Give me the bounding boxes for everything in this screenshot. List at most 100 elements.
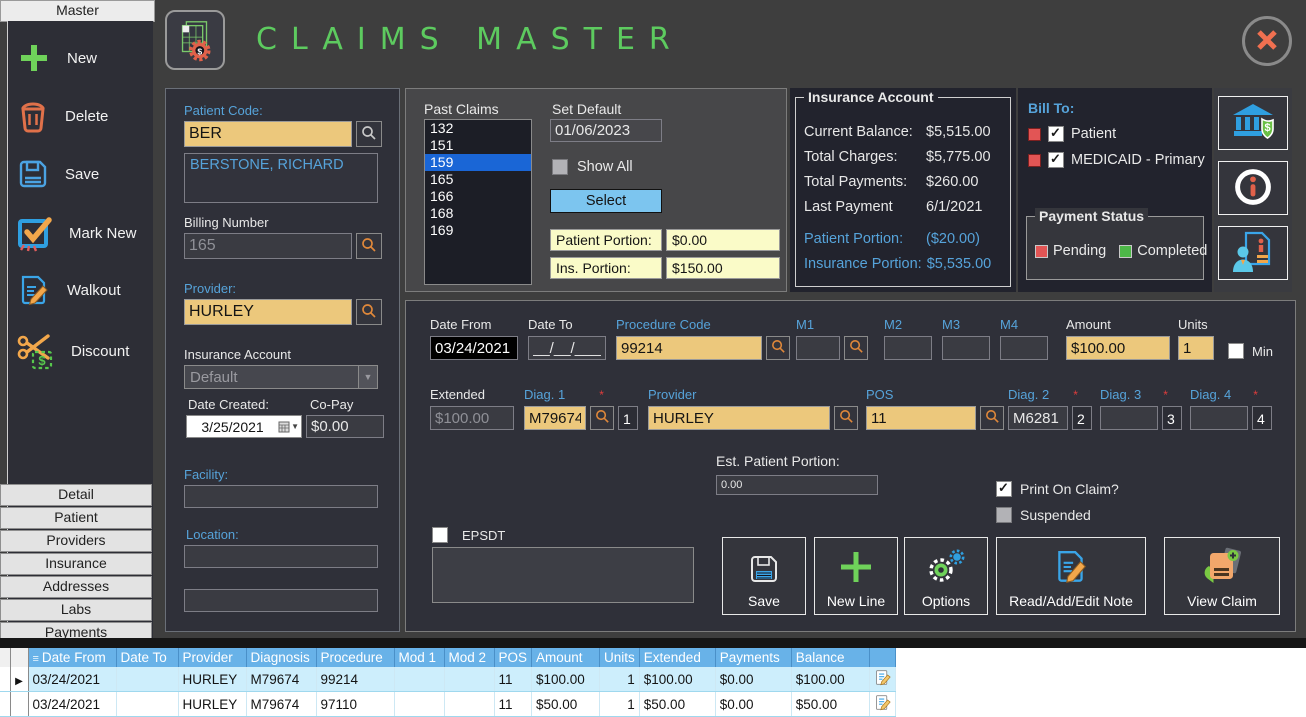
list-item[interactable]: 151 [425,137,531,154]
sidebar-item-insurance[interactable]: Insurance [0,553,152,575]
diag2-pointer[interactable] [1072,406,1092,430]
m3-input[interactable] [942,336,990,360]
diag4-input[interactable] [1190,406,1248,430]
diag1-pointer[interactable] [618,406,638,430]
extra-input[interactable] [184,589,378,612]
delete-button[interactable]: Delete [16,98,108,134]
patient-name-list[interactable]: BERSTONE, RICHARD [184,153,378,203]
cell-amount[interactable]: $50.00 [532,692,600,717]
date-to-input[interactable] [528,336,606,360]
amount-input[interactable] [1066,336,1170,360]
show-all-checkbox[interactable]: Show All [552,159,633,175]
units-input[interactable] [1178,336,1214,360]
list-item[interactable]: 166 [425,188,531,205]
cell-provider[interactable]: HURLEY [178,692,246,717]
past-claims-list[interactable]: 132 151 159 165 166 168 169 [424,119,532,285]
cell-diagnosis[interactable]: M79674 [246,667,316,692]
location-input[interactable] [184,545,378,568]
list-item[interactable]: 168 [425,205,531,222]
table-row[interactable]: ▶ 03/24/2021 HURLEY M79674 99214 11 $100… [0,667,895,692]
row-selector[interactable]: ▶ [10,667,28,692]
procedure-code-input[interactable] [616,336,762,360]
sidebar-item-labs[interactable]: Labs [0,599,152,621]
m4-input[interactable] [1000,336,1048,360]
extended-input[interactable] [430,406,514,430]
provider-input[interactable] [184,299,352,325]
set-default-input[interactable] [550,119,662,142]
cell-units[interactable]: 1 [600,692,640,717]
new-line-button[interactable]: New Line [814,537,898,615]
patient-info-button[interactable] [1218,226,1288,280]
cell-payments[interactable]: $0.00 [715,667,791,692]
cell-amount[interactable]: $100.00 [532,667,600,692]
cell-pos[interactable]: 11 [494,667,532,692]
diag1-search-button[interactable] [590,406,614,430]
sidebar-item-addresses[interactable]: Addresses [0,576,152,598]
info-button[interactable] [1218,161,1288,215]
list-item[interactable]: 169 [425,222,531,239]
epsdt-textarea[interactable] [432,547,694,603]
provider-line-search-button[interactable] [834,406,858,430]
suspended-checkbox[interactable]: Suspended [996,507,1091,523]
note-button[interactable]: Read/Add/Edit Note [996,537,1146,615]
cell-pos[interactable]: 11 [494,692,532,717]
save-line-button[interactable]: Save [722,537,806,615]
copay-input[interactable] [306,415,384,438]
procedure-search-button[interactable] [766,336,790,360]
patient-code-input[interactable] [184,121,352,147]
table-row[interactable]: 03/24/2021 HURLEY M79674 97110 11 $50.00… [0,692,895,717]
cell-procedure[interactable]: 97110 [316,692,394,717]
m1-input[interactable] [796,336,840,360]
close-button[interactable] [1242,16,1292,66]
bill-to-medicaid-checkbox[interactable]: MEDICAID - Primary [1028,152,1205,168]
row-edit-button[interactable] [869,692,895,717]
diag3-input[interactable] [1100,406,1158,430]
provider-line-input[interactable] [648,406,830,430]
est-patient-portion-input[interactable] [716,475,878,495]
diag4-pointer[interactable] [1252,406,1272,430]
diag1-input[interactable] [524,406,586,430]
view-claim-button[interactable]: View Claim [1164,537,1280,615]
sidebar-item-detail[interactable]: Detail [0,484,152,506]
save-button-sidebar[interactable]: Save [16,157,99,191]
date-created-picker[interactable]: 3/25/2021 ▼ [186,415,302,438]
cell-mod1[interactable] [394,692,444,717]
min-checkbox[interactable]: Min [1228,343,1273,359]
list-item[interactable]: 165 [425,171,531,188]
sidebar-item-patient[interactable]: Patient [0,507,152,529]
cell-provider[interactable]: HURLEY [178,667,246,692]
cell-date-from[interactable]: 03/24/2021 [28,692,116,717]
cell-mod1[interactable] [394,667,444,692]
provider-search-button[interactable] [356,299,382,325]
cell-balance[interactable]: $100.00 [791,667,869,692]
billing-number-search-button[interactable] [356,233,382,259]
cell-diagnosis[interactable]: M79674 [246,692,316,717]
date-from-input[interactable] [430,336,518,360]
cell-extended[interactable]: $100.00 [639,667,715,692]
walkout-button[interactable]: Walkout [16,272,121,308]
new-button[interactable]: New [16,40,97,76]
print-on-claim-checkbox[interactable]: Print On Claim? [996,481,1119,497]
epsdt-checkbox[interactable]: EPSDT [432,527,505,543]
list-item-selected[interactable]: 159 [425,154,531,171]
insurance-account-select[interactable]: Default ▼ [184,365,378,389]
cell-date-from[interactable]: 03/24/2021 [28,667,116,692]
billing-number-input[interactable] [184,233,352,259]
cell-mod2[interactable] [444,667,494,692]
pos-search-button[interactable] [980,406,1004,430]
cell-balance[interactable]: $50.00 [791,692,869,717]
m2-input[interactable] [884,336,932,360]
cell-payments[interactable]: $0.00 [715,692,791,717]
sidebar-item-providers[interactable]: Providers [0,530,152,552]
mark-new-button[interactable]: Mark New [16,214,137,252]
cell-procedure[interactable]: 99214 [316,667,394,692]
insurance-bank-button[interactable]: $ [1218,96,1288,150]
cell-date-to[interactable] [116,692,178,717]
cell-extended[interactable]: $50.00 [639,692,715,717]
patient-code-search-button[interactable] [356,121,382,147]
cell-mod2[interactable] [444,692,494,717]
discount-button[interactable]: $ Discount [16,330,129,372]
select-button[interactable]: Select [550,189,662,213]
options-button[interactable]: Options [904,537,988,615]
m1-search-button[interactable] [844,336,868,360]
